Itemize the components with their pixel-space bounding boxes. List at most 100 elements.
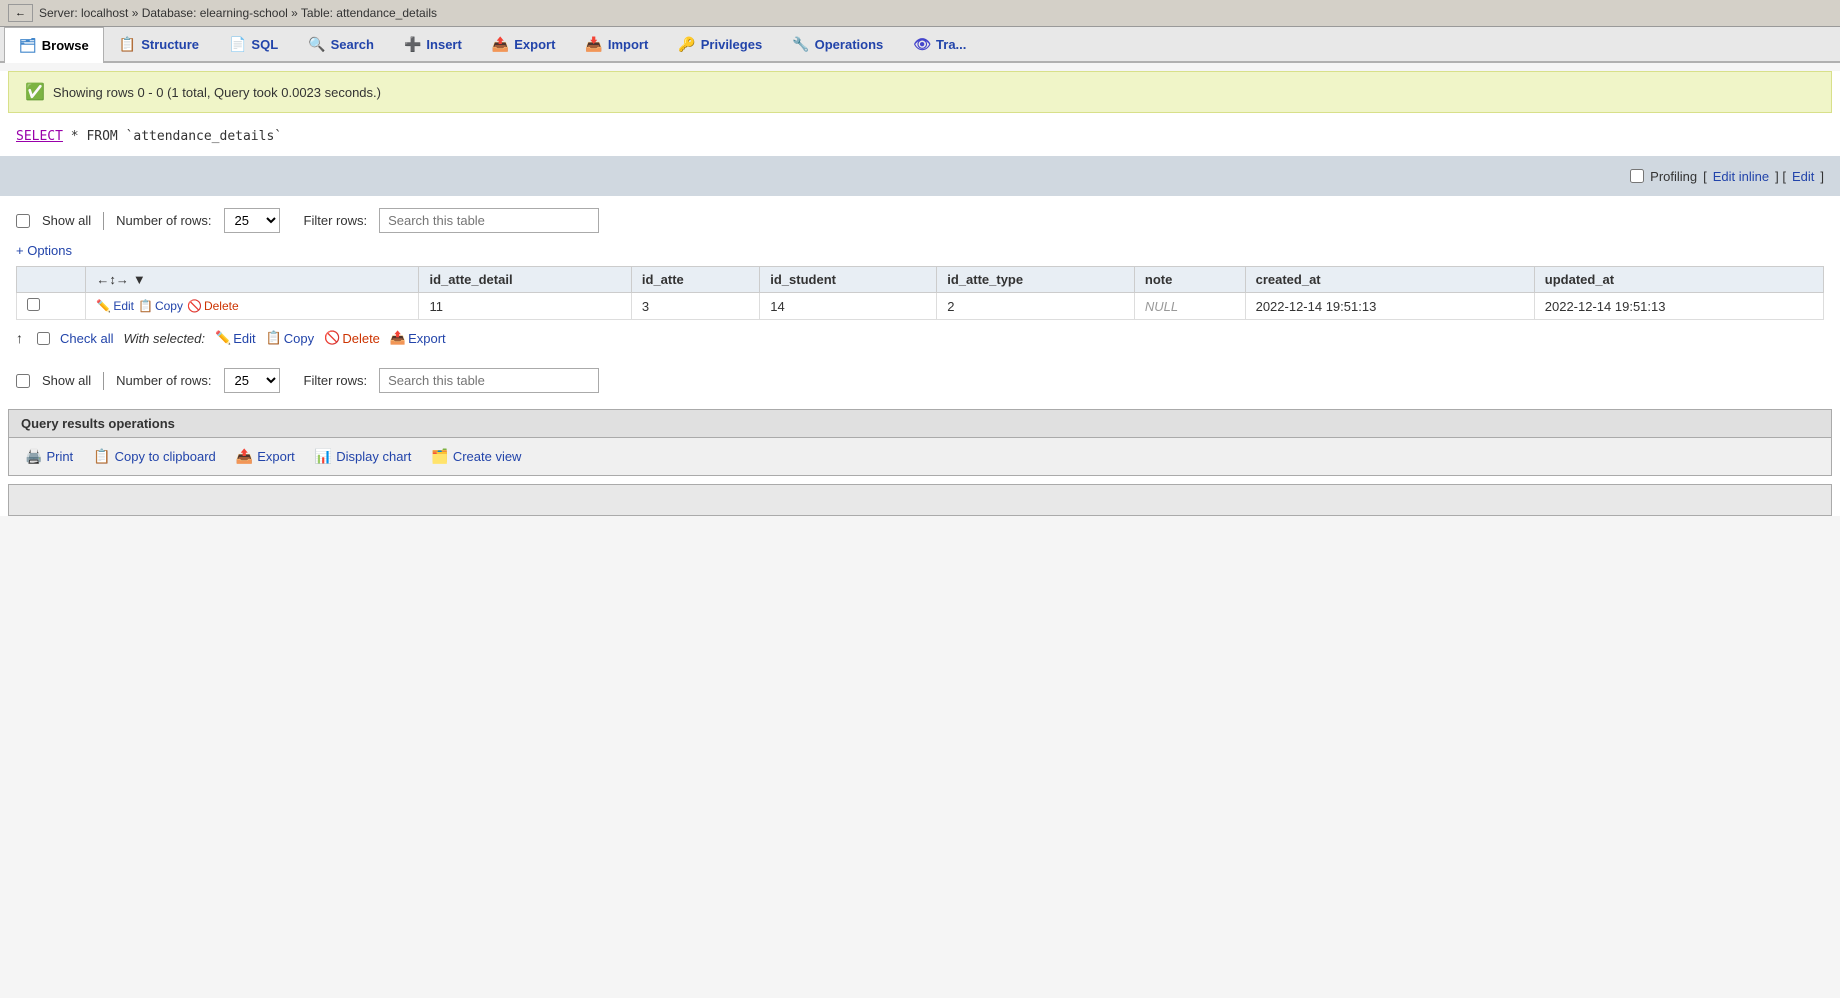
profiling-checkbox[interactable] [1630,169,1644,183]
tab-search[interactable]: 🔍 Search [293,27,389,61]
filter-label-bottom: Filter rows: [304,373,368,388]
filter-label-top: Filter rows: [304,213,368,228]
check-edit-icon: ✏️ [215,330,231,346]
check-all-link[interactable]: Check all [60,331,113,346]
delete-icon: 🚫 [187,299,202,313]
td-note: NULL [1134,293,1245,320]
profiling-label: Profiling [1650,169,1697,184]
row-copy-link[interactable]: 📋 Copy [138,299,183,313]
th-note[interactable]: note [1134,267,1245,293]
tab-import[interactable]: 📥 Import [570,27,663,61]
create-view-icon: 🗂️ [431,448,448,465]
td-id-atte: 3 [631,293,759,320]
title-bar: ← Server: localhost » Database: elearnin… [0,0,1840,27]
copy-icon: 📋 [138,299,153,313]
th-id-atte[interactable]: id_atte [631,267,759,293]
table-area: ←↕→ ▼ id_atte_detail id_atte id_student [0,266,1840,320]
td-updated-at: 2022-12-14 19:51:13 [1534,293,1823,320]
tab-browse[interactable]: 🗂 Browse [4,27,104,63]
num-rows-select-top[interactable]: 25 50 100 250 500 [224,208,280,233]
query-results-actions: 🖨️ Print 📋 Copy to clipboard 📤 Export 📊 … [9,438,1831,475]
sql-rest: * FROM `attendance_details` [63,129,282,144]
sql-icon: 📄 [229,36,246,53]
divider-bottom [103,372,104,390]
tab-structure[interactable]: 📋 Structure [104,27,214,61]
num-rows-label-top: Number of rows: [116,213,211,228]
operations-icon: 🔧 [792,36,809,53]
th-id-student[interactable]: id_student [760,267,937,293]
col-sort-dropdown[interactable]: ▼ [133,272,146,287]
options-link-area: + Options [0,241,1840,266]
chart-icon: 📊 [315,448,332,465]
sql-keyword: SELECT [16,129,63,144]
breadcrumb: Server: localhost » Database: elearning-… [39,6,437,20]
copy-clipboard-link[interactable]: 📋 Copy to clipboard [93,448,216,465]
profiling-separator: ] [ [1775,169,1786,184]
display-chart-link[interactable]: 📊 Display chart [315,448,412,465]
num-rows-select-bottom[interactable]: 25 50 100 250 500 [224,368,280,393]
tracking-icon: 👁 [913,36,931,53]
sql-display: SELECT * FROM `attendance_details` [0,121,1840,156]
edit-icon: ✏️ [96,299,111,313]
filter-input-top[interactable] [379,208,599,233]
tab-privileges-label: Privileges [701,37,762,52]
tab-search-label: Search [331,37,374,52]
check-all-row: ↑ Check all With selected: ✏️ Edit 📋 Cop… [0,320,1840,356]
tab-operations-label: Operations [815,37,884,52]
tab-browse-label: Browse [42,38,89,53]
tab-operations[interactable]: 🔧 Operations [777,27,898,61]
tab-tracking[interactable]: 👁 Tra... [898,27,981,61]
print-link[interactable]: 🖨️ Print [25,448,73,465]
top-controls-row: Show all Number of rows: 25 50 100 250 5… [0,196,1840,241]
export-icon: 📤 [492,36,509,53]
qr-export-icon: 📤 [236,448,253,465]
back-button[interactable]: ← [8,4,33,22]
options-link[interactable]: + Options [16,243,72,258]
th-updated-at[interactable]: updated_at [1534,267,1823,293]
tab-privileges[interactable]: 🔑 Privileges [663,27,777,61]
row-checkbox[interactable] [27,298,40,311]
tab-structure-label: Structure [141,37,199,52]
tab-insert[interactable]: ➕ Insert [389,27,477,61]
check-delete-icon: 🚫 [324,330,340,346]
edit-inline-link[interactable]: Edit inline [1713,169,1769,184]
null-value: NULL [1145,299,1178,314]
data-table: ←↕→ ▼ id_atte_detail id_atte id_student [16,266,1824,320]
tab-insert-label: Insert [426,37,461,52]
check-all-copy-link[interactable]: 📋 Copy [266,330,315,346]
th-id-atte-detail[interactable]: id_atte_detail [419,267,631,293]
nav-tabs: 🗂 Browse 📋 Structure 📄 SQL 🔍 Search ➕ In… [0,27,1840,63]
th-id-atte-type[interactable]: id_atte_type [937,267,1135,293]
check-all-checkbox[interactable] [37,332,50,345]
filter-input-bottom[interactable] [379,368,599,393]
tab-import-label: Import [608,37,648,52]
tab-export[interactable]: 📤 Export [477,27,571,61]
main-content: ✅ Showing rows 0 - 0 (1 total, Query too… [0,71,1840,516]
check-all-delete-link[interactable]: 🚫 Delete [324,330,380,346]
query-results-title: Query results operations [9,410,1831,438]
row-edit-link[interactable]: ✏️ Edit [96,299,134,313]
tab-sql[interactable]: 📄 SQL [214,27,293,61]
tab-tracking-label: Tra... [936,37,966,52]
search-icon: 🔍 [308,36,325,53]
import-icon: 📥 [585,36,602,53]
bottom-empty-box [8,484,1832,516]
check-copy-icon: 📋 [266,330,282,346]
show-all-checkbox-bottom[interactable] [16,374,30,388]
qr-export-link[interactable]: 📤 Export [236,448,295,465]
edit-link[interactable]: Edit [1792,169,1814,184]
row-delete-link[interactable]: 🚫 Delete [187,299,239,313]
browse-icon: 🗂 [19,37,37,54]
table-row: ✏️ Edit 📋 Copy 🚫 Delete [17,293,1824,320]
td-checkbox [17,293,86,320]
success-icon: ✅ [25,82,45,102]
create-view-link[interactable]: 🗂️ Create view [431,448,521,465]
th-created-at[interactable]: created_at [1245,267,1534,293]
divider-top [103,212,104,230]
success-banner: ✅ Showing rows 0 - 0 (1 total, Query too… [8,71,1832,113]
check-all-export-link[interactable]: 📤 Export [390,330,446,346]
show-all-checkbox-top[interactable] [16,214,30,228]
profiling-bracket-open: [ [1703,169,1707,184]
bottom-controls-row: Show all Number of rows: 25 50 100 250 5… [0,356,1840,401]
check-all-edit-link[interactable]: ✏️ Edit [215,330,256,346]
